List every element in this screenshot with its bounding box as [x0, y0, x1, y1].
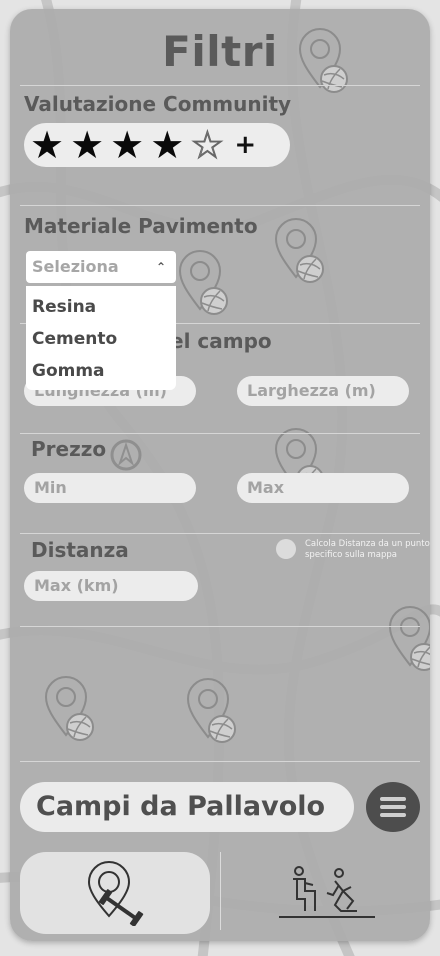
divider: [20, 533, 420, 534]
athletes-icon: [279, 866, 375, 918]
dropdown-option-gomma[interactable]: Gomma: [26, 356, 176, 388]
star-empty-icon[interactable]: ☆: [190, 126, 225, 165]
nav-athletes-button[interactable]: [272, 862, 382, 924]
map-distance-toggle[interactable]: [276, 539, 296, 559]
dropdown-option-resina[interactable]: Resina: [26, 292, 176, 324]
search-input[interactable]: Campi da Pallavolo: [20, 782, 354, 832]
dropdown-option-cemento[interactable]: Cemento: [26, 324, 176, 356]
distance-max-input[interactable]: Max (km): [24, 571, 198, 601]
nav-separator: [220, 852, 221, 930]
hamburger-menu-icon: [380, 797, 406, 817]
divider: [20, 433, 420, 434]
rating-selector[interactable]: ★ ★ ★ ★ ☆ +: [24, 123, 290, 167]
volleyball-pin-icon: [44, 676, 94, 741]
volleyball-pin-icon: [388, 606, 430, 671]
volleyball-pin-icon: [178, 250, 228, 315]
material-dropdown: Resina Cemento Gomma: [26, 286, 176, 390]
price-max-input[interactable]: Max: [237, 473, 409, 503]
star-filled-icon[interactable]: ★: [70, 126, 104, 164]
map-distance-toggle-label: Calcola Distanza da un punto specifico s…: [305, 539, 430, 560]
filter-panel: Filtri Valutazione Community ★ ★ ★ ★ ☆ +…: [10, 9, 430, 941]
star-filled-icon[interactable]: ★: [30, 126, 64, 164]
chevron-up-icon: ⌃: [155, 260, 166, 274]
width-input[interactable]: Larghezza (m): [237, 376, 409, 406]
price-label: Prezzo: [31, 437, 107, 461]
price-min-input[interactable]: Min: [24, 473, 196, 503]
nav-fields-button[interactable]: [20, 852, 210, 934]
divider: [20, 85, 420, 86]
rating-label: Valutazione Community: [24, 92, 292, 116]
menu-button[interactable]: [366, 782, 420, 832]
material-label: Materiale Pavimento: [24, 214, 258, 238]
divider: [20, 761, 420, 762]
divider: [20, 626, 420, 627]
pin-dumbbell-icon: [87, 861, 144, 926]
rating-suffix: +: [234, 130, 257, 160]
star-filled-icon[interactable]: ★: [110, 126, 144, 164]
material-select-placeholder: Seleziona: [32, 257, 119, 276]
page-title: Filtri: [162, 27, 278, 76]
volleyball-pin-icon: [186, 678, 236, 743]
size-label: el campo: [170, 329, 272, 353]
star-filled-icon[interactable]: ★: [150, 126, 184, 164]
distance-label: Distanza: [31, 538, 129, 562]
divider: [20, 205, 420, 206]
navigation-arrow-icon: [110, 439, 142, 471]
material-select[interactable]: Seleziona ⌃: [26, 251, 176, 283]
volleyball-pin-icon: [274, 218, 324, 283]
